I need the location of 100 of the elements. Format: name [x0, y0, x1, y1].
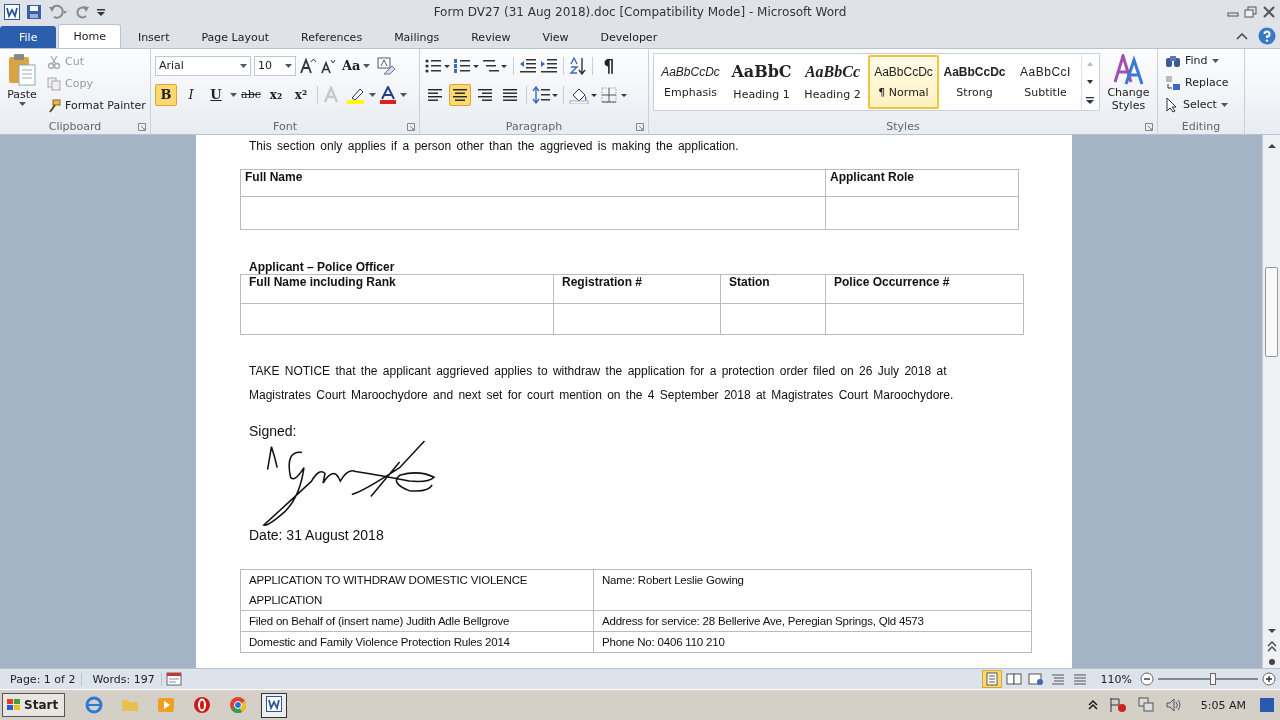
underline-button[interactable]: U — [205, 83, 227, 106]
proofing-icon[interactable] — [165, 672, 182, 687]
clock[interactable]: 5:05 AM — [1200, 698, 1246, 712]
browser-icon[interactable] — [85, 696, 104, 715]
dropdown-arrow-icon[interactable] — [400, 92, 407, 97]
italic-button[interactable]: I — [180, 83, 202, 106]
style-tile[interactable]: AaBbCcDc ¶ Normal — [868, 54, 939, 109]
style-tile[interactable]: AaBbCcDc Strong — [939, 54, 1010, 109]
save-icon[interactable] — [26, 3, 42, 20]
group-label: Styles — [886, 120, 920, 134]
ribbon-tab[interactable]: References — [286, 25, 378, 48]
replace-button[interactable]: Replace — [1162, 72, 1240, 93]
dialog-launcher-icon[interactable] — [636, 123, 644, 132]
borders-icon[interactable] — [600, 85, 628, 104]
undo-icon[interactable] — [48, 3, 68, 20]
binoculars-icon — [1165, 53, 1181, 68]
window-title: Form DV27 (31 Aug 2018).doc [Compatibility Mode] - Microsoft Word — [433, 4, 847, 19]
column-header: Police Occurrence # — [825, 274, 1024, 304]
column-header: Full Name — [240, 169, 826, 197]
page-count[interactable]: Page: 1 of 2 — [4, 672, 83, 686]
table-cell[interactable] — [240, 303, 554, 335]
ribbon-tab[interactable]: Page Layout — [186, 25, 284, 48]
ribbon-tab[interactable]: View — [527, 25, 584, 48]
flag-warning-icon[interactable] — [1108, 697, 1127, 714]
change-styles-button[interactable]: Change Styles — [1104, 52, 1153, 120]
column-header: Station — [720, 274, 826, 304]
table-cell[interactable] — [825, 303, 1024, 335]
align-justify-icon — [502, 87, 518, 102]
paste-button[interactable]: Paste — [4, 51, 40, 116]
table-cell[interactable] — [240, 196, 826, 230]
grow-font-icon[interactable] — [299, 56, 317, 75]
dialog-launcher-icon[interactable] — [138, 123, 146, 132]
ribbon-tab[interactable]: Mailings — [379, 25, 455, 48]
vertical-scrollbar[interactable] — [1262, 135, 1280, 669]
table-cell[interactable] — [720, 303, 826, 335]
style-tile[interactable]: AaBbCc Heading 2 — [797, 54, 868, 109]
circle-o-icon[interactable] — [193, 696, 212, 715]
table-cell[interactable] — [825, 196, 1019, 230]
caret-icon — [362, 63, 370, 68]
word-logo-icon[interactable] — [4, 3, 20, 20]
subscript-button[interactable]: x₂ — [265, 83, 287, 106]
start-button[interactable]: Start — [2, 693, 66, 718]
help-icon[interactable] — [1258, 26, 1276, 45]
zoom-in-icon[interactable] — [1262, 672, 1276, 687]
caret-icon — [240, 63, 247, 68]
cursor-icon — [1165, 96, 1179, 113]
style-tile[interactable]: AaBbC Heading 1 — [726, 54, 797, 109]
ribbon-tab[interactable]: Developer — [585, 25, 673, 48]
dropdown-arrow-icon[interactable] — [369, 92, 376, 97]
show-formatting-button[interactable]: ¶ — [598, 54, 620, 77]
find-button[interactable]: Find — [1162, 50, 1240, 71]
zoom-out-icon[interactable] — [1140, 672, 1154, 687]
word-taskbar-button[interactable] — [261, 692, 288, 718]
dialog-launcher-icon[interactable] — [407, 123, 415, 132]
zoom-slider-thumb[interactable] — [1209, 673, 1216, 686]
line-spacing-icon[interactable] — [532, 85, 558, 104]
reading-layout-icon[interactable] — [1004, 671, 1023, 688]
ribbon-tab[interactable]: Insert — [122, 25, 185, 48]
body-text: This section only applies if a person other than the aggrieved is making the application. — [249, 139, 740, 154]
strikethrough-button[interactable]: abc — [240, 83, 262, 106]
numbering-icon[interactable] — [453, 56, 479, 75]
decrease-indent-icon[interactable] — [519, 56, 537, 75]
dialog-launcher-icon[interactable] — [1145, 123, 1153, 132]
collapse-ribbon-icon[interactable] — [1236, 30, 1248, 41]
word-count[interactable]: Words: 197 — [86, 672, 162, 686]
web-layout-icon[interactable] — [1026, 671, 1045, 688]
change-case-button[interactable]: Aa — [339, 54, 373, 77]
table-cell: Name: Robert Leslie Gowing — [593, 569, 1032, 611]
font-color-icon[interactable] — [379, 85, 397, 104]
select-button[interactable]: Select — [1162, 94, 1240, 115]
network-icon[interactable] — [1136, 697, 1155, 714]
copy-icon — [47, 76, 61, 91]
redo-icon[interactable] — [74, 3, 90, 20]
align-center-button[interactable] — [449, 83, 471, 106]
paintbrush-icon — [47, 98, 61, 113]
sort-icon[interactable] — [569, 56, 587, 75]
style-tile[interactable]: AaBbCcI Subtitle — [1010, 54, 1081, 109]
print-layout-icon[interactable] — [982, 671, 1001, 688]
bold-button[interactable]: B — [155, 83, 177, 106]
caret-icon — [18, 101, 26, 106]
font-size-field[interactable]: 10 — [254, 55, 296, 76]
ribbon-tab[interactable]: Home — [58, 23, 121, 48]
font-name-field[interactable]: Arial — [155, 55, 251, 76]
scroll-thumb[interactable] — [1265, 267, 1278, 358]
dropdown-arrow-icon[interactable] — [230, 92, 237, 97]
superscript-button[interactable]: x² — [290, 83, 312, 106]
file-tab[interactable]: File — [0, 25, 57, 48]
increase-indent-icon[interactable] — [540, 56, 558, 75]
table-cell[interactable] — [553, 303, 721, 335]
style-tile[interactable]: AaBbCcDc Emphasis — [655, 54, 726, 109]
zoom-level[interactable]: 110% — [1100, 672, 1132, 686]
restore-icon[interactable] — [1244, 5, 1258, 18]
ribbon-tab[interactable]: Review — [456, 25, 526, 48]
group-label: Clipboard — [48, 120, 102, 134]
volume-icon[interactable] — [1164, 697, 1183, 714]
close-icon[interactable] — [1262, 5, 1276, 18]
group-label: Font — [273, 120, 297, 134]
format-painter-button[interactable]: Format Painter — [44, 95, 149, 116]
show-desktop-button[interactable] — [1260, 698, 1274, 713]
clear-formatting-icon[interactable] — [375, 56, 396, 75]
